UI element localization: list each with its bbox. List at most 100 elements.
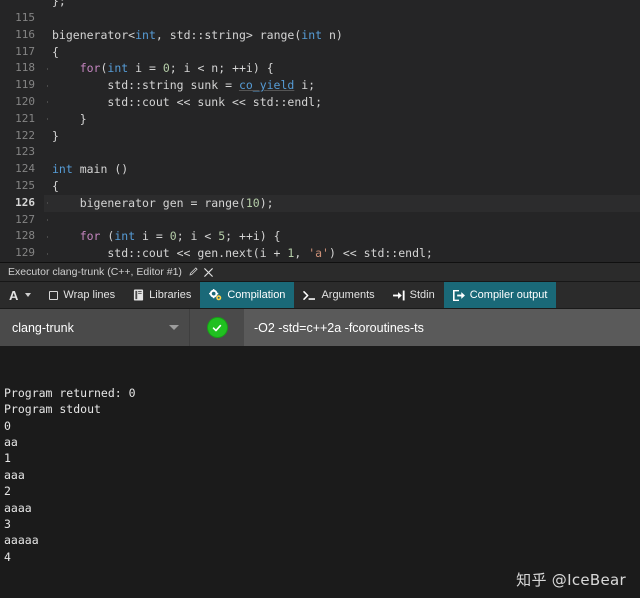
code-token: { xyxy=(52,44,59,59)
compiler-output-button[interactable]: Compiler output xyxy=(443,282,557,309)
line-number: 125 xyxy=(0,177,44,195)
libraries-button[interactable]: Libraries xyxy=(124,282,200,308)
compilation-button[interactable]: Compilation xyxy=(200,282,295,309)
code-line-text: std::cout << gen.next(i + 1, 'a') << std… xyxy=(52,245,640,262)
output-line: 4 xyxy=(4,549,11,564)
line-number: 129 xyxy=(0,245,44,262)
compiler-row: clang-trunk -O2 -std=c++2a -fcoroutines-… xyxy=(0,309,640,347)
line-number: 117 xyxy=(0,43,44,61)
toolbar-item-label: Wrap lines xyxy=(63,289,116,302)
line-number: 119 xyxy=(0,77,44,94)
output-line: 2 xyxy=(4,484,11,499)
code-token: 'a' xyxy=(308,246,329,261)
code-line[interactable]: 124 int main () xyxy=(0,161,640,178)
close-icon[interactable] xyxy=(204,267,213,277)
check-circle-icon xyxy=(207,318,227,338)
output-line: aa xyxy=(4,435,18,450)
code-token: { xyxy=(52,178,59,193)
arguments-button[interactable]: Arguments xyxy=(294,282,383,308)
code-token: int xyxy=(114,229,136,244)
code-token: int xyxy=(135,27,156,42)
code-line[interactable]: 119 std::string sunk = co_yield i; xyxy=(0,77,640,94)
toolbar-item-label: Arguments xyxy=(321,289,375,302)
code-token: i = xyxy=(135,229,170,244)
line-number: 124 xyxy=(0,161,44,178)
pane-title: Executor clang-trunk (C++, Editor #1) xyxy=(8,266,182,279)
line-number: 121 xyxy=(0,110,44,128)
line-number: 128 xyxy=(0,228,44,246)
font-size-button[interactable]: A xyxy=(0,282,40,308)
output-line: Program returned: 0 xyxy=(4,385,136,400)
code-line[interactable]: 129 std::cout << gen.next(i + 1, 'a') <<… xyxy=(0,245,640,262)
code-line[interactable]: 118 for(int i = 0; i < n; ++i) { xyxy=(0,60,640,78)
code-token: 0 xyxy=(162,61,170,76)
code-line[interactable]: 126 bigenerator gen = range(10); xyxy=(0,194,640,212)
output-line: aaaa xyxy=(4,500,32,515)
code-line[interactable]: 125 { xyxy=(0,177,640,195)
code-token: std::cout << gen.next(i + xyxy=(52,246,288,261)
code-line[interactable]: 120 std::cout << sunk << std::endl; xyxy=(0,93,640,111)
line-number: 115 xyxy=(0,10,44,27)
toolbar-item-label: Compilation xyxy=(227,289,286,302)
code-line[interactable]: 117 { xyxy=(0,43,640,61)
code-line-text: int main () xyxy=(52,161,640,178)
code-line-text: } xyxy=(52,128,640,145)
code-token: } xyxy=(52,128,59,143)
code-token: ) << std::endl; xyxy=(328,246,433,261)
program-output[interactable]: Program returned: 0 Program stdout 0 aa 1 aaa… xyxy=(0,346,640,598)
book-icon xyxy=(133,289,144,301)
code-area[interactable]: }; 115 116 bigenerator<int, std::string> ra… xyxy=(0,0,640,263)
code-token: ; i < xyxy=(176,229,219,244)
output-line: aaaaa xyxy=(4,533,39,548)
code-token: i = xyxy=(128,61,163,76)
code-line-text: std::string sunk = co_yield i; xyxy=(52,77,640,94)
code-line-text: std::cout << sunk << std::endl; xyxy=(52,94,640,111)
output-line: 0 xyxy=(4,418,11,433)
code-line[interactable]: 115 xyxy=(0,10,640,27)
code-line[interactable]: 116 bigenerator<int, std::string> range(i… xyxy=(0,26,640,44)
code-token: int xyxy=(107,61,129,76)
compiler-select[interactable]: clang-trunk xyxy=(0,309,190,347)
checkbox-icon xyxy=(49,290,59,300)
stdin-button[interactable]: Stdin xyxy=(384,282,444,308)
font-size-label: A xyxy=(9,287,19,303)
output-line: aaa xyxy=(4,467,25,482)
code-line-partial: }; xyxy=(0,0,640,10)
code-token: bigenerator< xyxy=(52,27,136,42)
sign-out-icon xyxy=(452,289,465,301)
pencil-icon[interactable] xyxy=(188,267,198,277)
code-token: , std::string> range( xyxy=(155,27,302,42)
code-token: std::string sunk = xyxy=(52,78,239,93)
compiler-flags-input[interactable]: -O2 -std=c++2a -fcoroutines-ts xyxy=(244,309,640,347)
wrap-lines-toggle[interactable]: Wrap lines xyxy=(40,282,124,308)
line-number: 122 xyxy=(0,127,44,145)
line-number: 123 xyxy=(0,144,44,162)
compiler-flags-value: -O2 -std=c++2a -fcoroutines-ts xyxy=(254,320,424,335)
line-number: 126 xyxy=(0,194,44,212)
compiler-explorer-window: }; 115 116 bigenerator<int, std::string> ra… xyxy=(0,0,640,598)
editor-pane[interactable]: }; 115 116 bigenerator<int, std::string> ra… xyxy=(0,0,640,263)
code-line[interactable]: 121 } xyxy=(0,110,640,128)
code-token: main () xyxy=(72,162,129,177)
code-line[interactable]: 127 xyxy=(0,211,640,229)
toolbar-item-label: Compiler output xyxy=(469,289,548,302)
terminal-prompt-icon xyxy=(303,290,316,301)
output-line: 3 xyxy=(4,517,11,532)
pane-titlebar: Executor clang-trunk (C++, Editor #1) xyxy=(0,263,640,283)
line-number: 120 xyxy=(0,93,44,111)
code-token: ( xyxy=(100,229,115,244)
code-line[interactable]: 128 for (int i = 0; i < 5; ++i) { xyxy=(0,228,640,246)
code-line[interactable]: 122} xyxy=(0,127,640,145)
code-token: n) xyxy=(322,27,343,42)
compile-status[interactable] xyxy=(190,309,244,347)
code-line-text: for (int i = 0; i < 5; ++i) { xyxy=(52,228,640,245)
code-line[interactable]: 123 xyxy=(0,144,640,162)
code-line-text: { xyxy=(52,44,640,61)
code-line-text: bigenerator<int, std::string> range(int … xyxy=(52,27,640,44)
code-token: int xyxy=(52,162,73,177)
code-token: bigenerator gen = range( xyxy=(52,195,246,210)
executor-toolbar: A Wrap lines Libraries Compilation Argument… xyxy=(0,282,640,310)
code-token: ; ++i) { xyxy=(225,229,281,244)
code-token: , xyxy=(294,246,309,261)
output-line: 1 xyxy=(4,451,11,466)
